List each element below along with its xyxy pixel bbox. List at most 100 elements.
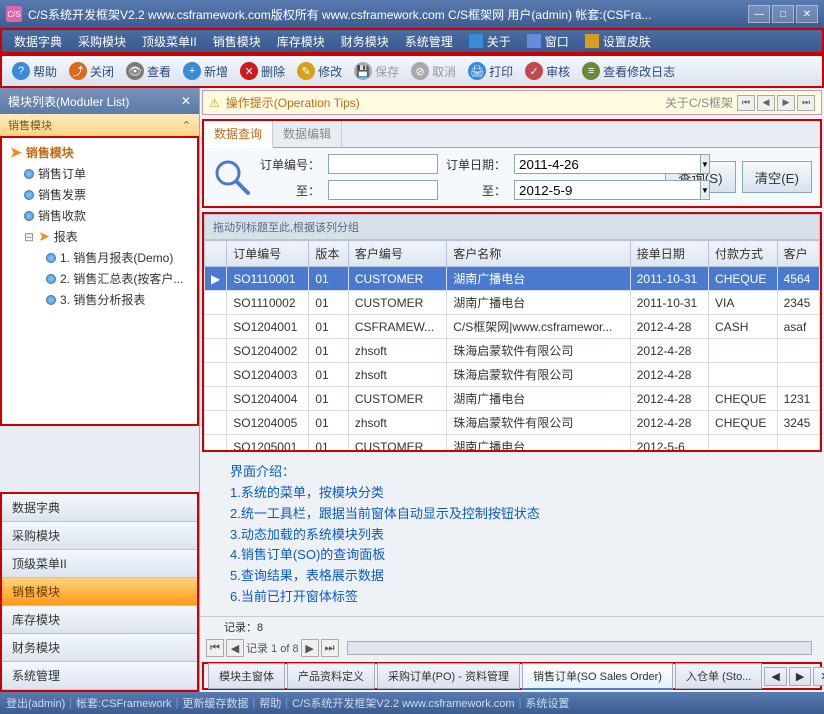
- menu-item[interactable]: 库存模块: [269, 30, 333, 53]
- help-button[interactable]: ?帮助: [6, 59, 63, 83]
- tab-nav-icon[interactable]: ✕: [813, 667, 824, 686]
- status-item[interactable]: 登出(admin): [6, 695, 65, 711]
- sidebar-close-icon[interactable]: ✕: [181, 94, 191, 108]
- nav-last-icon[interactable]: ⏭: [321, 639, 339, 657]
- menu-item[interactable]: 销售模块: [205, 30, 269, 53]
- menu-item[interactable]: 窗口: [519, 30, 577, 53]
- menu-item[interactable]: 设置皮肤: [577, 30, 659, 53]
- nav-module-item[interactable]: 顶级菜单II: [2, 550, 197, 578]
- column-header[interactable]: 客户: [777, 241, 819, 267]
- table-cell: [709, 435, 778, 453]
- menu-item[interactable]: 采购模块: [70, 30, 134, 53]
- column-header[interactable]: 付款方式: [709, 241, 778, 267]
- column-header[interactable]: 接单日期: [630, 241, 708, 267]
- table-row[interactable]: SO120400201zhsoft珠海启蒙软件有限公司2012-4-28: [205, 339, 820, 363]
- app-icon: C/S: [6, 6, 22, 22]
- nav-first-icon[interactable]: ⏮: [737, 95, 755, 111]
- column-header[interactable]: 客户名称: [447, 241, 630, 267]
- nav-module-item[interactable]: 库存模块: [2, 606, 197, 634]
- nav-first-icon[interactable]: ⏮: [206, 639, 224, 657]
- menu-item[interactable]: 系统管理: [397, 30, 461, 53]
- table-row[interactable]: SO120400501zhsoft珠海启蒙软件有限公司2012-4-28CHEQ…: [205, 411, 820, 435]
- table-cell: 4564: [777, 267, 819, 291]
- date-from-input[interactable]: [514, 154, 701, 174]
- nav-prev-icon[interactable]: ◀: [226, 639, 244, 657]
- menu-item[interactable]: 财务模块: [333, 30, 397, 53]
- query-tab[interactable]: 数据查询: [204, 121, 273, 148]
- nav-last-icon[interactable]: ⏭: [797, 95, 815, 111]
- nav-module-item[interactable]: 数据字典: [2, 494, 197, 522]
- table-row[interactable]: SO111000201CUSTOMER湖南广播电台2011-10-31VIA23…: [205, 291, 820, 315]
- print-button[interactable]: 🖨打印: [462, 59, 519, 83]
- maximize-button[interactable]: □: [772, 5, 794, 23]
- edit-button[interactable]: ✎修改: [291, 59, 348, 83]
- approve-button[interactable]: ✓审核: [519, 59, 576, 83]
- tree-item[interactable]: 销售订单: [6, 163, 193, 184]
- menu-item[interactable]: 关于: [461, 30, 519, 53]
- sidebar-title-text: 模块列表(Moduler List): [8, 93, 129, 110]
- status-item[interactable]: C/S系统开发框架V2.2 www.csframework.com: [292, 695, 514, 711]
- menu-item[interactable]: 数据字典: [6, 30, 70, 53]
- menubar: 数据字典采购模块顶级菜单II销售模块库存模块财务模块系统管理关于窗口设置皮肤: [0, 28, 824, 54]
- view-button[interactable]: 👁查看: [120, 59, 177, 83]
- menu-item[interactable]: 顶级菜单II: [134, 30, 205, 53]
- tree-root[interactable]: ➤ 销售模块: [6, 142, 193, 163]
- table-row[interactable]: SO120400401CUSTOMER湖南广播电台2012-4-28CHEQUE…: [205, 387, 820, 411]
- group-header: 拖动列标题至此,根据该列分组: [204, 214, 820, 240]
- nav-prev-icon[interactable]: ◀: [757, 95, 775, 111]
- close-button[interactable]: ✕: [796, 5, 818, 23]
- order-no-input[interactable]: [328, 154, 438, 174]
- tree-item[interactable]: 3. 销售分析报表: [6, 289, 193, 310]
- column-header[interactable]: 订单编号: [227, 241, 309, 267]
- nav-next-icon[interactable]: ▶: [301, 639, 319, 657]
- table-row[interactable]: ▶SO111000101CUSTOMER湖南广播电台2011-10-31CHEQ…: [205, 267, 820, 291]
- query-tab[interactable]: 数据编辑: [273, 121, 342, 147]
- window-tab[interactable]: 采购订单(PO) - 资料管理: [377, 663, 520, 689]
- status-item[interactable]: 系统设置: [525, 695, 569, 711]
- nav-module-item[interactable]: 采购模块: [2, 522, 197, 550]
- window-tab[interactable]: 入仓单 (Sto...: [675, 663, 762, 689]
- dropdown-icon[interactable]: ▼: [701, 180, 710, 200]
- exit-button[interactable]: ⤴关闭: [63, 59, 120, 83]
- minimize-button[interactable]: —: [748, 5, 770, 23]
- date-to-input[interactable]: [514, 180, 701, 200]
- table-row[interactable]: SO120400301zhsoft珠海启蒙软件有限公司2012-4-28: [205, 363, 820, 387]
- log-button[interactable]: ≡查看修改日志: [576, 59, 681, 83]
- column-header[interactable]: 版本: [309, 241, 348, 267]
- tree-item[interactable]: 销售发票: [6, 184, 193, 205]
- add-button[interactable]: +新增: [177, 59, 234, 83]
- help-icon: ?: [12, 62, 30, 80]
- h-scrollbar[interactable]: [347, 641, 812, 655]
- order-no-to-input[interactable]: [328, 180, 438, 200]
- status-item[interactable]: 帐套:CSFramework: [76, 695, 171, 711]
- status-item[interactable]: 更新缓存数据: [182, 695, 248, 711]
- tab-nav-icon[interactable]: ◀: [764, 667, 786, 686]
- table-cell: 湖南广播电台: [447, 435, 630, 453]
- table-row[interactable]: SO120500101CUSTOMER湖南广播电台2012-5-6: [205, 435, 820, 453]
- table-cell: 01: [309, 315, 348, 339]
- window-tab[interactable]: 模块主窗体: [208, 663, 285, 689]
- table-cell: CUSTOMER: [348, 267, 446, 291]
- bullet-icon: [46, 253, 56, 263]
- tree-item[interactable]: 销售收款: [6, 205, 193, 226]
- collapse-icon[interactable]: ⌃: [182, 119, 191, 132]
- window-tab[interactable]: 产品资料定义: [287, 663, 375, 689]
- table-cell: 2011-10-31: [630, 267, 708, 291]
- nav-module-item[interactable]: 财务模块: [2, 634, 197, 662]
- nav-module-item[interactable]: 销售模块: [2, 578, 197, 606]
- tree-item[interactable]: ⊟➤报表: [6, 226, 193, 247]
- tree-item[interactable]: 2. 销售汇总表(按客户...: [6, 268, 193, 289]
- table-row[interactable]: SO120400101CSFRAMEW...C/S框架网|www.csframe…: [205, 315, 820, 339]
- clear-button[interactable]: 清空(E): [742, 161, 812, 193]
- table-cell: 2012-5-6: [630, 435, 708, 453]
- status-item[interactable]: 帮助: [259, 695, 281, 711]
- nav-module-item[interactable]: 系统管理: [2, 662, 197, 690]
- nav-next-icon[interactable]: ▶: [777, 95, 795, 111]
- tree-item[interactable]: 1. 销售月报表(Demo): [6, 247, 193, 268]
- column-header[interactable]: 客户编号: [348, 241, 446, 267]
- window-tab[interactable]: 销售订单(SO Sales Order): [522, 663, 673, 690]
- info-icon: ⚠: [209, 96, 220, 110]
- tab-nav-icon[interactable]: ▶: [789, 667, 811, 686]
- dropdown-icon[interactable]: ▼: [701, 154, 710, 174]
- delete-button[interactable]: ✕删除: [234, 59, 291, 83]
